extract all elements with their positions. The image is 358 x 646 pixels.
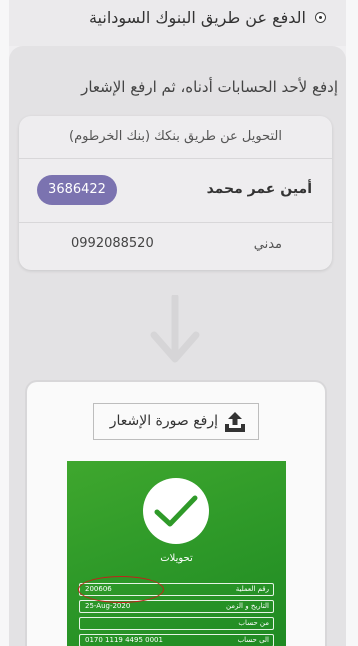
receipt-title: تحويلات xyxy=(160,553,193,564)
payment-option-radio[interactable] xyxy=(315,12,326,23)
left-edge xyxy=(0,0,9,646)
receipt-row: من حساب xyxy=(79,617,274,630)
receipt-row: الى حساب 0170 1119 4495 0001 xyxy=(79,634,274,646)
receipt-row-label: الى حساب xyxy=(237,636,269,644)
checkmark-circle xyxy=(143,478,209,544)
bank-account-card: التحويل عن طريق بنكك (بنك الخرطوم) أمين … xyxy=(19,116,332,270)
upload-icon xyxy=(225,412,245,432)
receipt-row-value: 0170 1119 4495 0001 xyxy=(85,636,163,644)
account-name-row: أمين عمر محمد 3686422 xyxy=(19,159,332,223)
sample-receipt-image: تحويلات رقم العملية 200606 التاريخ و الز… xyxy=(67,461,286,646)
upload-button-label: إرفع صورة الإشعار xyxy=(109,413,218,429)
account-type: مدني xyxy=(253,237,282,252)
account-number-badge[interactable]: 3686422 xyxy=(37,175,117,205)
payment-option-label: الدفع عن طريق البنوك السودانية xyxy=(88,8,306,27)
receipt-row-label: التاريخ و الزمن xyxy=(225,602,269,610)
checkmark-icon xyxy=(154,495,198,527)
arrow-down-icon xyxy=(150,295,200,363)
upload-receipt-button[interactable]: إرفع صورة الإشعار xyxy=(93,403,259,440)
account-card-header: التحويل عن طريق بنكك (بنك الخرطوم) xyxy=(19,116,332,159)
transaction-number-highlight xyxy=(78,576,164,603)
receipt-row-value: 25-Aug-2020 xyxy=(85,602,131,610)
account-details-row: مدني 0992088520 xyxy=(19,223,332,271)
account-holder-name: أمين عمر محمد xyxy=(206,181,312,197)
payment-option-row[interactable]: الدفع عن طريق البنوك السودانية xyxy=(9,0,346,46)
right-edge xyxy=(346,0,358,646)
instruction-text: إدفع لأحد الحسابات أدناه، ثم ارفع الإشعا… xyxy=(81,78,338,96)
receipt-row-label: من حساب xyxy=(238,619,269,627)
account-phone: 0992088520 xyxy=(71,236,154,251)
receipt-row-label: رقم العملية xyxy=(235,585,269,593)
